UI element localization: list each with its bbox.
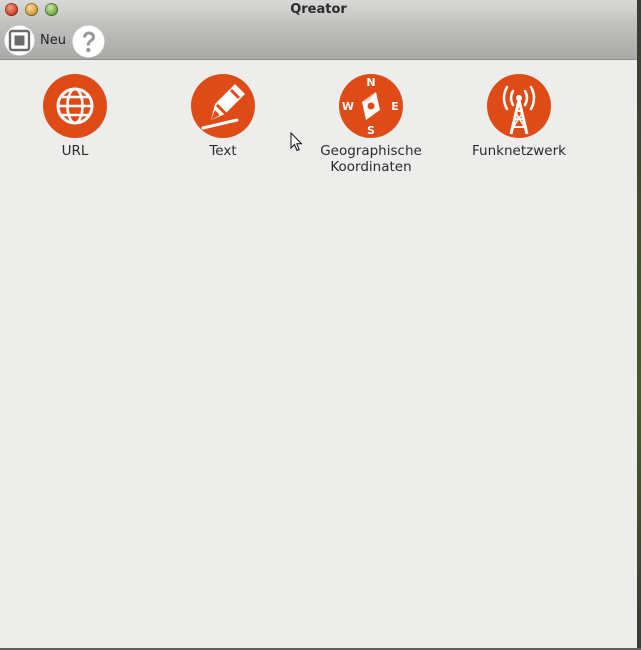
antenna-icon [487,74,551,138]
type-wifi-label: Funknetzwerk [472,143,566,159]
window-title: Qreator [290,2,347,17]
compass-icon: N S W E [339,74,403,138]
new-qr-icon [4,25,35,56]
new-button-label: Neu [40,33,66,48]
compass-n: N [366,76,375,89]
compass-e: E [391,100,399,113]
help-icon[interactable] [72,25,105,58]
title-bar[interactable]: Qreator [0,0,637,22]
type-geo[interactable]: N S W E Geographische Koordinaten [311,74,431,175]
mouse-cursor [290,132,303,152]
type-text-label: Text [209,143,237,159]
toolbar: Neu [0,22,637,60]
new-button[interactable]: Neu [4,25,66,56]
type-wifi[interactable]: Funknetzwerk [459,74,579,159]
globe-icon [43,74,107,138]
type-text[interactable]: Text [163,74,283,159]
app-window: Qreator Neu URL Text N S W E Geographisc… [0,0,637,648]
compass-s: S [367,124,375,137]
type-url-label: URL [61,143,89,159]
pencil-icon [191,74,255,138]
type-geo-label: Geographische Koordinaten [320,143,422,175]
type-url[interactable]: URL [15,74,135,159]
window-frame-right [637,0,641,650]
compass-w: W [342,100,354,113]
type-grid: URL Text N S W E Geographische Koordinat… [0,60,637,648]
